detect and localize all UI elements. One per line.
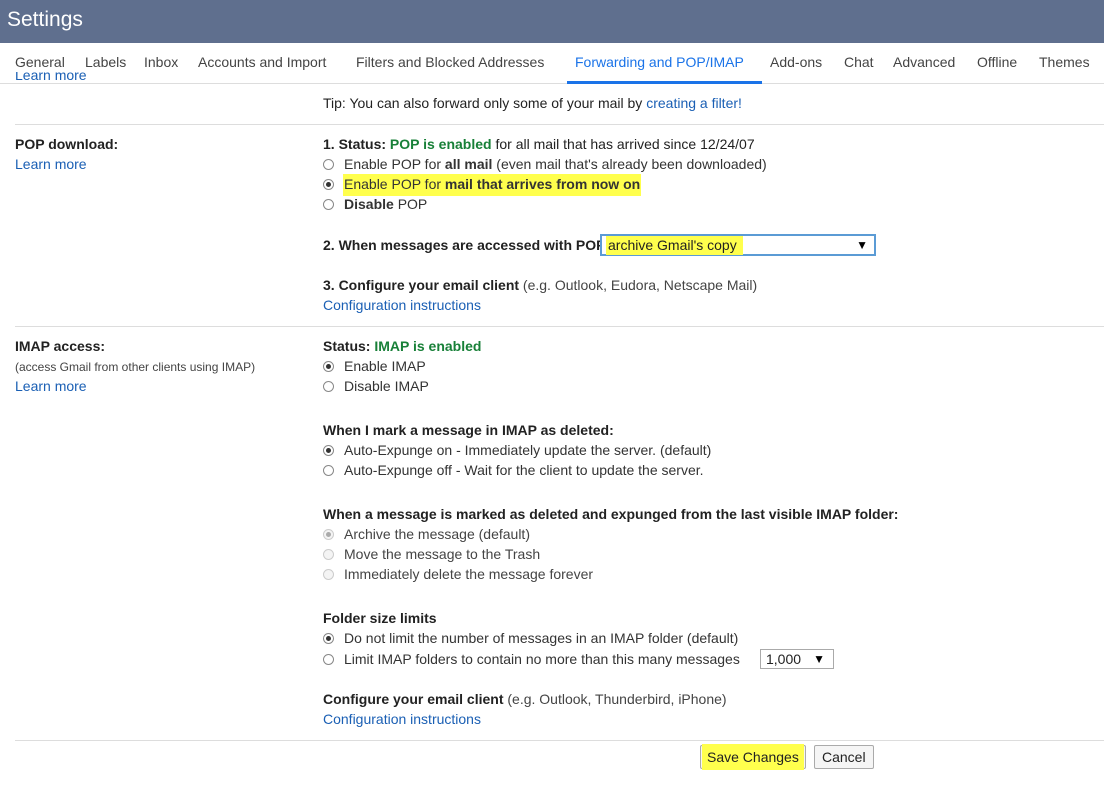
pop-status-suffix: for all mail that has arrived since 12/2…: [491, 136, 755, 152]
save-changes-button[interactable]: Save Changes: [700, 744, 806, 770]
tab-chat[interactable]: Chat: [844, 54, 874, 70]
tab-general[interactable]: General: [15, 54, 65, 70]
pop-section-label: POP download:: [15, 136, 119, 152]
pop-configure-label: 3. Configure your email client: [323, 277, 520, 293]
tab-themes[interactable]: Themes: [1039, 54, 1090, 70]
pop-configure-hint: (e.g. Outlook, Eudora, Netscape Mail): [519, 277, 758, 293]
active-tab-indicator: [567, 81, 762, 84]
imap-section-sublabel: (access Gmail from other clients using I…: [15, 360, 256, 374]
settings-header: Settings: [0, 0, 1104, 43]
settings-tabs: General Labels Inbox Accounts and Import…: [0, 43, 1104, 84]
forwarding-learn-more-link[interactable]: Learn more: [15, 72, 87, 84]
save-changes-label: Save Changes: [702, 744, 804, 770]
pop-disable-option: Disable POP: [344, 196, 428, 212]
imap-section-label: IMAP access:: [15, 338, 106, 354]
pop-status: 1. Status: POP is enabled for all mail t…: [323, 136, 755, 152]
pop-status-label: 1. Status:: [323, 136, 390, 152]
delete-forever-radio[interactable]: [323, 569, 334, 580]
tab-offline[interactable]: Offline: [977, 54, 1017, 70]
cancel-button[interactable]: Cancel: [814, 745, 874, 769]
tab-labels[interactable]: Labels: [85, 54, 126, 70]
tab-inbox[interactable]: Inbox: [144, 54, 178, 70]
section-divider: [15, 326, 1104, 327]
dropdown-arrow-icon: ▼: [856, 238, 868, 252]
archive-message-option: Archive the message (default): [344, 526, 530, 542]
imap-configure-hint: (e.g. Outlook, Thunderbird, iPhone): [503, 691, 727, 707]
pop-access-label: 2. When messages are accessed with POP: [323, 237, 606, 253]
dropdown-arrow-icon: ▼: [813, 652, 825, 666]
section-divider: [15, 740, 1104, 741]
imap-configure-label: Configure your email client: [323, 691, 504, 707]
imap-disable-option: Disable IMAP: [344, 378, 429, 394]
imap-status-label: Status:: [323, 338, 375, 354]
imap-expunged-label: When a message is marked as deleted and …: [323, 506, 899, 522]
limit-folder-radio[interactable]: [323, 654, 334, 665]
pop-from-now-radio[interactable]: [323, 179, 334, 190]
folder-limit-value: 1,000: [766, 651, 802, 667]
auto-expunge-on-option: Auto-Expunge on - Immediately update the…: [344, 442, 712, 458]
move-to-trash-radio[interactable]: [323, 549, 334, 560]
imap-learn-more-link[interactable]: Learn more: [15, 378, 87, 394]
auto-expunge-on-radio[interactable]: [323, 445, 334, 456]
imap-status: Status: IMAP is enabled: [323, 338, 481, 354]
imap-status-value: IMAP is enabled: [374, 338, 482, 354]
pop-configuration-instructions-link[interactable]: Configuration instructions: [323, 297, 481, 313]
section-divider: [15, 124, 1104, 125]
tab-forwarding-and-pop-imap[interactable]: Forwarding and POP/IMAP: [575, 54, 744, 70]
auto-expunge-off-option: Auto-Expunge off - Wait for the client t…: [344, 462, 704, 478]
imap-configure: Configure your email client (e.g. Outloo…: [323, 691, 727, 707]
pop-all-mail-radio[interactable]: [323, 159, 334, 170]
limit-folder-option: Limit IMAP folders to contain no more th…: [344, 651, 740, 667]
tab-add-ons[interactable]: Add-ons: [770, 54, 822, 70]
pop-access-value: archive Gmail's copy: [606, 236, 743, 255]
forwarding-tip-text: Tip: You can also forward only some of y…: [323, 95, 647, 111]
pop-disable-radio[interactable]: [323, 199, 334, 210]
pop-learn-more-link[interactable]: Learn more: [15, 156, 87, 172]
no-folder-limit-radio[interactable]: [323, 633, 334, 644]
folder-limit-select[interactable]: 1,000 ▼: [760, 649, 834, 669]
delete-forever-option: Immediately delete the message forever: [344, 566, 594, 582]
imap-deleted-label: When I mark a message in IMAP as deleted…: [323, 422, 614, 438]
imap-configuration-instructions-link[interactable]: Configuration instructions: [323, 711, 481, 727]
imap-disable-radio[interactable]: [323, 381, 334, 392]
imap-enable-radio[interactable]: [323, 361, 334, 372]
tab-filters-and-blocked-addresses[interactable]: Filters and Blocked Addresses: [356, 54, 544, 70]
imap-enable-option: Enable IMAP: [344, 358, 426, 374]
auto-expunge-off-radio[interactable]: [323, 465, 334, 476]
forwarding-tip: Tip: You can also forward only some of y…: [323, 95, 742, 111]
tab-accounts-and-import[interactable]: Accounts and Import: [198, 54, 326, 70]
pop-status-value: POP is enabled: [389, 136, 492, 152]
create-filter-link[interactable]: creating a filter!: [646, 95, 742, 111]
pop-access-select[interactable]: archive Gmail's copy ▼: [600, 234, 876, 256]
folder-size-label: Folder size limits: [323, 610, 437, 626]
pop-configure: 3. Configure your email client (e.g. Out…: [323, 277, 757, 293]
archive-message-radio[interactable]: [323, 529, 334, 540]
pop-from-now-option: Enable POP for mail that arrives from no…: [343, 174, 642, 196]
tab-advanced[interactable]: Advanced: [893, 54, 955, 70]
page-title: Settings: [7, 8, 83, 31]
move-to-trash-option: Move the message to the Trash: [344, 546, 541, 562]
pop-all-mail-option: Enable POP for all mail (even mail that'…: [344, 156, 767, 172]
no-folder-limit-option: Do not limit the number of messages in a…: [344, 630, 739, 646]
